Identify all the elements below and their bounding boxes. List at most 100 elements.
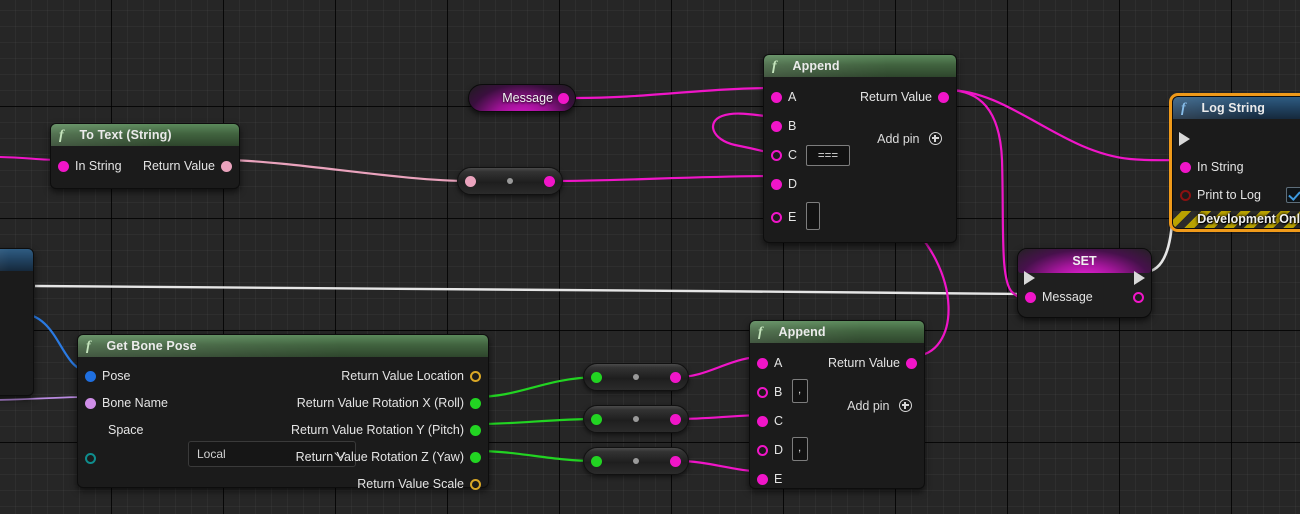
node-append-top[interactable]: f Append A Return Value B Add pin C === … (763, 54, 957, 243)
return-value-pin-icon[interactable] (938, 92, 949, 103)
pin-row[interactable]: Bone Name Return Value Rotation X (Roll) (78, 390, 488, 417)
return-value-label: Return Value (142, 159, 215, 173)
pin-row[interactable]: Return Value Scale (78, 471, 488, 498)
pin-row[interactable]: C (750, 407, 924, 436)
conv-out-pin-icon[interactable] (670, 413, 681, 425)
node-log-string[interactable]: f Log String In String Print to Log Deve… (1169, 93, 1300, 232)
return-value-label: Return Value (859, 90, 932, 104)
node-header: f To Text (String) (51, 124, 239, 146)
conv-in-pin-icon[interactable] (591, 413, 602, 425)
in-string-pin-icon[interactable] (1180, 161, 1191, 173)
pin-e-icon[interactable] (771, 211, 782, 223)
node-append-bottom[interactable]: f Append A Return Value B , Add pin C D … (749, 320, 925, 489)
message-out-pin-icon[interactable] (1133, 291, 1144, 303)
return-value-rotation-x-pin-icon[interactable] (470, 398, 481, 409)
conv-out-pin-icon[interactable] (670, 455, 681, 467)
pin-b-icon[interactable] (757, 387, 768, 398)
return-value-rotation-z-pin-icon[interactable] (470, 452, 481, 463)
pin-a-label: A (774, 356, 783, 370)
node-title: To Text (String) (79, 128, 172, 142)
function-f-icon: f (758, 325, 763, 340)
node-message-get[interactable]: Message (468, 84, 576, 112)
pin-row[interactable]: Local Return Value Rotation Z (Yaw) (78, 441, 488, 471)
in-string-pin-icon[interactable] (58, 160, 69, 172)
message-out-pin-icon[interactable] (558, 92, 569, 104)
space-enum-pin-icon[interactable] (85, 452, 96, 464)
pin-a-label: A (788, 90, 797, 104)
message-in-pin-icon[interactable] (1025, 291, 1036, 303)
pin-c-label: C (788, 148, 798, 162)
pin-row[interactable]: C === (764, 141, 956, 170)
pin-b-icon[interactable] (771, 121, 782, 132)
pin-row[interactable]: Message (1018, 273, 1151, 309)
pin-e-label: E (788, 210, 797, 224)
bone-name-pin-icon[interactable] (85, 398, 96, 409)
pin-row[interactable]: D (764, 170, 956, 199)
pose-label: Pose (102, 369, 131, 383)
blueprint-graph-canvas[interactable]: f To Text (String) In String Return Valu… (0, 0, 1300, 514)
pin-row[interactable]: D , (750, 436, 924, 465)
node-conv-float-to-string-1[interactable] (583, 363, 689, 391)
function-f-icon: f (86, 339, 91, 354)
pin-d-value-input[interactable]: , (792, 437, 808, 461)
pin-row[interactable]: Space Return Value Rotation Y (Pitch) (78, 417, 488, 444)
node-conv-float-to-string-3[interactable] (583, 447, 689, 475)
node-to-text-string[interactable]: f To Text (String) In String Return Valu… (50, 123, 240, 189)
node-get-bone-pose[interactable]: f Get Bone Pose Pose Return Value Locati… (77, 334, 489, 491)
conv-in-pin-icon[interactable] (591, 371, 602, 383)
pin-row[interactable]: In String Return Value (51, 152, 239, 180)
event-pose-out-row[interactable] (0, 305, 33, 329)
pin-row[interactable]: A Return Value (750, 349, 924, 378)
pin-row[interactable]: Print to Log (1173, 181, 1300, 209)
return-value-scale-pin-icon[interactable] (470, 479, 481, 490)
conv-out-pin-icon[interactable] (544, 175, 555, 187)
print-to-log-checkbox[interactable] (1286, 187, 1300, 203)
node-title: Log String (1201, 101, 1265, 115)
in-string-label: In String (1197, 160, 1244, 174)
pin-row[interactable]: Pose Return Value Location (78, 363, 488, 390)
pin-a-icon[interactable] (771, 92, 782, 103)
node-set-message[interactable]: SET Message (1017, 248, 1152, 318)
pin-c-label: C (774, 414, 784, 428)
print-to-log-label: Print to Log (1197, 188, 1261, 202)
return-value-rotation-y-pin-icon[interactable] (470, 425, 481, 436)
event-node-header (0, 249, 33, 271)
pin-row[interactable]: E (764, 199, 956, 235)
pin-b-label: B (788, 119, 797, 133)
node-title: Append (778, 325, 826, 339)
pin-e-label: E (774, 472, 783, 486)
pose-pin-icon[interactable] (85, 371, 96, 382)
pin-a-icon[interactable] (757, 358, 768, 369)
pin-c-value-input[interactable]: === (806, 145, 850, 166)
node-conv-text-to-string[interactable] (457, 167, 563, 195)
pin-e-icon[interactable] (757, 474, 768, 485)
pin-b-value-input[interactable]: , (792, 379, 808, 403)
return-value-rotation-y-label: Return Value Rotation Y (Pitch) (290, 423, 464, 437)
node-title: Get Bone Pose (106, 339, 197, 353)
pin-row[interactable]: A Return Value (764, 83, 956, 112)
return-value-location-pin-icon[interactable] (470, 371, 481, 382)
return-value-location-label: Return Value Location (341, 369, 464, 383)
conv-out-pin-icon[interactable] (670, 371, 681, 383)
exec-in-icon[interactable] (1179, 132, 1190, 146)
pin-row[interactable]: In String (1173, 153, 1300, 181)
collapsed-node-dot-icon (507, 178, 513, 184)
conv-in-pin-icon[interactable] (591, 455, 602, 467)
print-to-log-pin-icon[interactable] (1180, 189, 1191, 201)
pin-e-value-input[interactable] (806, 202, 820, 230)
node-header: f Append (764, 55, 956, 77)
return-value-pin-icon[interactable] (221, 160, 232, 172)
pin-row[interactable]: E (750, 465, 924, 494)
exec-in-row[interactable] (1173, 125, 1300, 153)
conv-in-pin-icon[interactable] (465, 175, 476, 187)
pin-c-icon[interactable] (757, 416, 768, 427)
pin-c-icon[interactable] (771, 150, 782, 161)
pin-d-icon[interactable] (771, 179, 782, 190)
event-exec-out-row[interactable] (0, 281, 33, 305)
return-value-scale-label: Return Value Scale (357, 477, 464, 491)
event-node-offscreen[interactable] (0, 248, 34, 396)
node-conv-float-to-string-2[interactable] (583, 405, 689, 433)
return-value-rotation-x-label: Return Value Rotation X (Roll) (296, 396, 464, 410)
return-value-pin-icon[interactable] (906, 358, 917, 369)
pin-d-icon[interactable] (757, 445, 768, 456)
